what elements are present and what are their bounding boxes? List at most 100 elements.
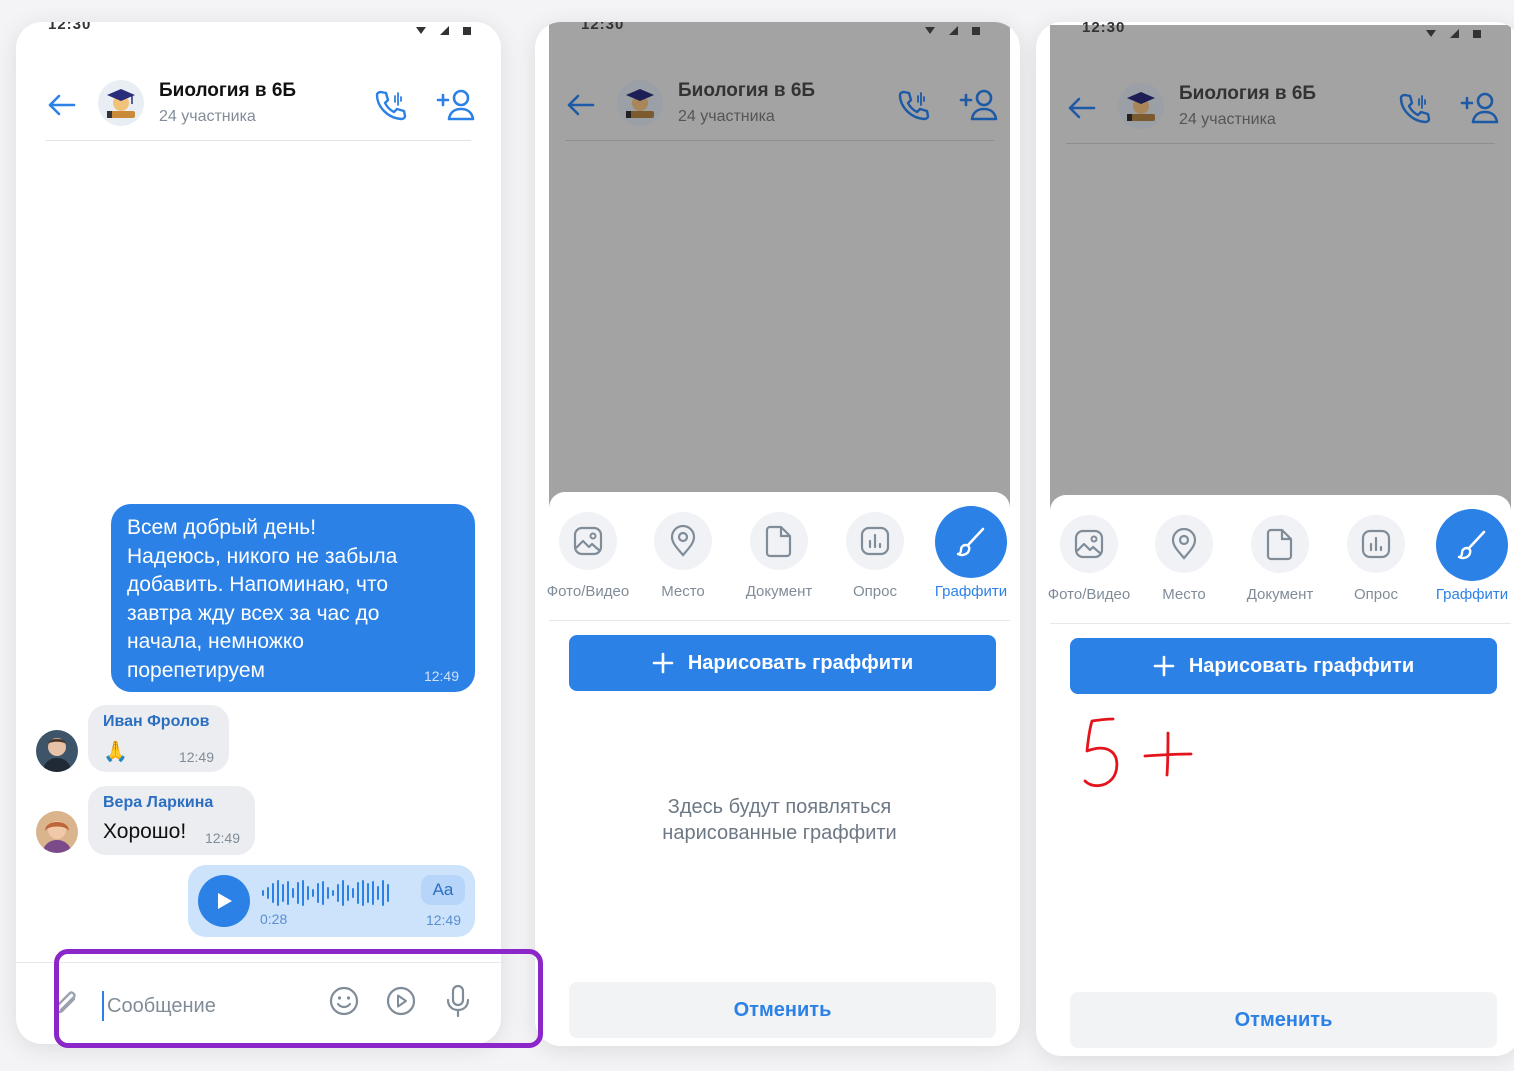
attach-menu: Фото/Видео Место Документ Опрос Граффити: [547, 506, 1010, 612]
sender-name[interactable]: Вера Ларкина: [103, 794, 213, 812]
chat-header: Биология в 6Б 24 участника: [549, 48, 1010, 140]
attach-label: Опрос: [853, 583, 897, 600]
document-icon[interactable]: [750, 512, 808, 570]
voice-waveform[interactable]: [262, 879, 389, 907]
message-outgoing[interactable]: Всем добрый день! Надеюсь, никого не заб…: [111, 504, 475, 692]
sheet-divider: [1050, 623, 1511, 624]
wifi-icon: [925, 27, 935, 34]
location-icon[interactable]: [1155, 515, 1213, 573]
attach-label: Фото/Видео: [546, 583, 630, 600]
plus-icon: [1153, 655, 1175, 677]
call-icon[interactable]: [1395, 89, 1433, 127]
status-time: 12:30: [48, 22, 92, 33]
message-time: 12:49: [425, 912, 461, 928]
attach-graffiti[interactable]: Граффити: [923, 506, 1019, 600]
chat-avatar[interactable]: [98, 80, 144, 126]
play-icon[interactable]: [198, 875, 250, 927]
back-arrow-icon[interactable]: [1064, 91, 1098, 125]
attach-graffiti[interactable]: Граффити: [1424, 509, 1514, 603]
graffiti-drawing[interactable]: [1070, 713, 1210, 813]
chat-title[interactable]: Биология в 6Б: [678, 80, 815, 102]
attach-document[interactable]: Документ: [1232, 515, 1328, 603]
battery-icon: [463, 26, 471, 35]
phone-chat-screen: 12:30 Биология в 6Б 24 участника Всем до…: [16, 22, 501, 1044]
draw-graffiti-button[interactable]: Нарисовать граффити: [569, 635, 996, 691]
poll-icon[interactable]: [1347, 515, 1405, 573]
message-text: 🙏: [103, 741, 128, 763]
attach-label: Опрос: [1354, 586, 1398, 603]
chat-avatar[interactable]: [617, 80, 663, 126]
signal-icon: [949, 26, 958, 35]
avatar-vera[interactable]: [36, 811, 78, 853]
cancel-button[interactable]: Отменить: [569, 982, 996, 1038]
attach-poll[interactable]: Опрос: [1328, 515, 1424, 603]
message-ivan[interactable]: Иван Фролов 🙏 12:49: [88, 705, 229, 772]
attach-label: Место: [1162, 586, 1206, 603]
back-arrow-icon[interactable]: [44, 88, 78, 122]
photo-icon[interactable]: [1060, 515, 1118, 573]
message-time: 12:49: [423, 668, 459, 684]
message-text: Хорошо!: [103, 820, 187, 843]
chat-title[interactable]: Биология в 6Б: [1179, 83, 1316, 105]
attach-poll[interactable]: Опрос: [827, 512, 923, 600]
voice-message[interactable]: 0:28 12:49 Aa: [188, 865, 475, 937]
wifi-icon: [416, 27, 426, 34]
attach-label: Документ: [745, 583, 813, 600]
add-member-icon[interactable]: [1459, 89, 1499, 127]
status-bar: 12:30: [16, 22, 501, 42]
call-icon[interactable]: [371, 86, 409, 124]
header-divider: [46, 140, 471, 141]
attach-label: Документ: [1246, 586, 1314, 603]
draw-graffiti-button[interactable]: Нарисовать граффити: [1070, 638, 1497, 694]
status-bar: 12:30: [1050, 22, 1511, 45]
plus-icon: [652, 652, 674, 674]
chat-members-count: 24 участника: [678, 108, 775, 125]
attach-label: Граффити: [1435, 586, 1509, 603]
message-text: Всем добрый день! Надеюсь, никого не заб…: [127, 516, 398, 682]
brush-icon[interactable]: [1436, 509, 1508, 581]
draw-graffiti-label: Нарисовать граффити: [1188, 654, 1415, 677]
status-bar: 12:30: [549, 22, 1010, 42]
chat-members-count: 24 участника: [1179, 111, 1276, 128]
attach-sheet: Фото/Видео Место Документ Опрос Граффити…: [547, 492, 1010, 1046]
add-member-icon[interactable]: [958, 86, 998, 124]
status-time: 12:30: [1082, 22, 1126, 36]
dimmed-chat-overlay[interactable]: 12:30 Биология в 6Б 24 участника: [549, 22, 1010, 514]
battery-icon: [972, 26, 980, 35]
attach-photo-video[interactable]: Фото/Видео: [1041, 515, 1137, 603]
chat-avatar[interactable]: [1118, 83, 1164, 129]
location-icon[interactable]: [654, 512, 712, 570]
poll-icon[interactable]: [846, 512, 904, 570]
draw-graffiti-label: Нарисовать граффити: [687, 651, 914, 674]
photo-icon[interactable]: [559, 512, 617, 570]
attach-menu: Фото/Видео Место Документ Опрос Граффити: [1048, 509, 1514, 615]
attach-sheet: Фото/Видео Место Документ Опрос Граффити…: [1048, 495, 1514, 1056]
document-icon[interactable]: [1251, 515, 1309, 573]
phone-graffiti-screen: 12:30 Биология в 6Б 24 участника Фото/Ви…: [1036, 22, 1514, 1056]
back-arrow-icon[interactable]: [563, 88, 597, 122]
voice-duration: 0:28: [260, 911, 288, 927]
composer-highlight-frame: [54, 949, 543, 1048]
transcribe-button[interactable]: Aa: [421, 875, 465, 905]
add-member-icon[interactable]: [435, 86, 475, 124]
brush-icon[interactable]: [935, 506, 1007, 578]
attach-photo-video[interactable]: Фото/Видео: [540, 512, 636, 600]
chat-members-count: 24 участника: [159, 108, 256, 125]
avatar-ivan[interactable]: [36, 730, 78, 772]
wifi-icon: [1426, 30, 1436, 37]
header-divider: [565, 140, 994, 141]
attach-location[interactable]: Место: [635, 512, 731, 600]
graffiti-empty-note: Здесь будут появляться нарисованные граф…: [662, 796, 897, 844]
chat-title[interactable]: Биология в 6Б: [159, 80, 296, 102]
message-vera[interactable]: Вера Ларкина Хорошо! 12:49: [88, 786, 255, 855]
attach-location[interactable]: Место: [1136, 515, 1232, 603]
call-icon[interactable]: [894, 86, 932, 124]
attach-document[interactable]: Документ: [731, 512, 827, 600]
sender-name[interactable]: Иван Фролов: [103, 713, 210, 731]
cancel-button[interactable]: Отменить: [1070, 992, 1497, 1048]
status-time: 12:30: [581, 22, 625, 33]
dimmed-chat-overlay[interactable]: 12:30 Биология в 6Б 24 участника: [1050, 22, 1511, 517]
chat-header: Биология в 6Б 24 участника: [1050, 51, 1511, 143]
chat-header: Биология в 6Б 24 участника: [16, 48, 501, 140]
sheet-divider: [549, 620, 1010, 621]
